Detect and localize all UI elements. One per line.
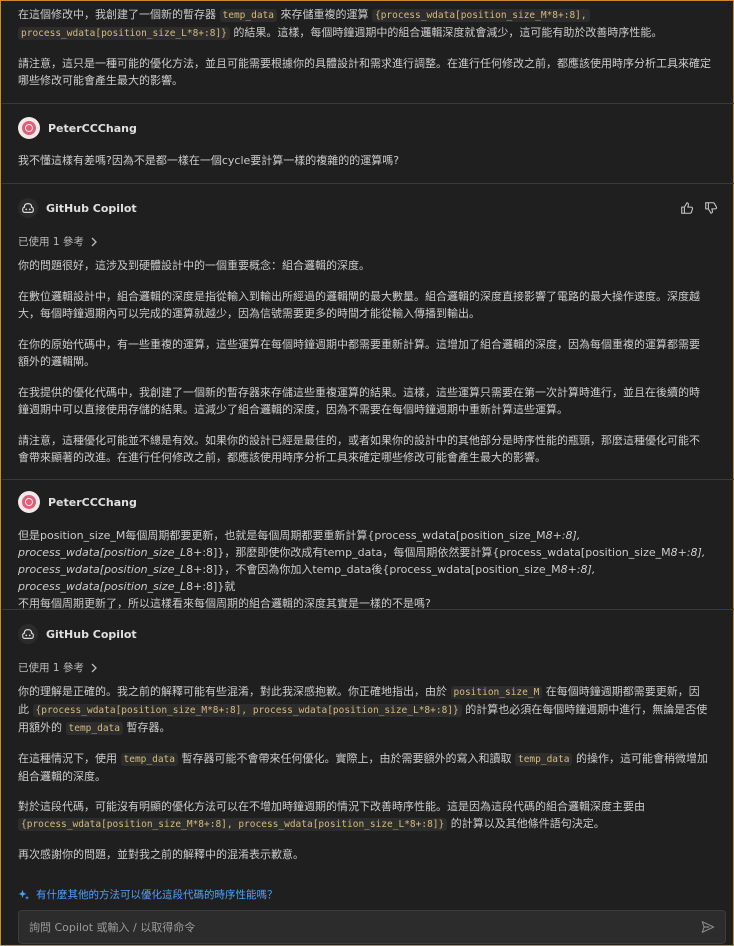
message-paragraph: 在我提供的優化代碼中，我創建了一個新的暫存器來存儲這些重複運算的結果。這樣，這些… [18,386,700,416]
divider [2,103,734,104]
inline-code: position_size_M [450,686,543,699]
copilot-icon [18,624,38,644]
assistant-name: GitHub Copilot [46,627,137,641]
inline-code: {process_wdata[position_size_M*8+:8], pr… [18,818,448,831]
chat-input[interactable]: 詢問 Copilot 或輸入 / 以取得命令 [18,910,726,944]
inline-code: temp_data [120,753,178,766]
inline-code: {process_wdata[position_size_M*8+:8], [371,9,590,22]
divider [2,609,734,610]
user-avatar [18,491,40,513]
inline-code: {process_wdata[position_size_M*8+:8], pr… [32,704,462,717]
divider [2,479,734,480]
feedback-actions [680,201,718,215]
assistant-message: GitHub Copilot 已使用 1 參考 你的問題很好，這涉及到硬體設計中… [2,196,734,466]
message-paragraph: 請注意，這種優化可能並不總是有效。如果你的設計已經是最佳的，或者如果你的設計中的… [18,434,700,464]
sparkle-icon [18,889,30,900]
thumbs-up-icon[interactable] [680,201,694,215]
message-paragraph: 對於這段代碼，可能沒有明顯的優化方法可以在不增加時鐘週期的情況下改善時序性能。這… [18,800,645,831]
assistant-message-continuation: 在這個修改中，我創建了一個新的暫存器 temp_data 來存儲重複的運算 {p… [2,6,734,89]
user-name: PeterCCChang [48,121,137,135]
message-paragraph: 在你的原始代碼中，有一些重複的運算，這些運算在每個時鐘週期中都需要重新計算。這增… [18,338,700,368]
message-paragraph: 你的問題很好，這涉及到硬體設計中的一個重要概念：組合邏輯的深度。 [18,259,370,272]
inline-code: temp_data [219,9,277,22]
references-toggle[interactable]: 已使用 1 參考 [18,660,718,675]
message-paragraph: 請注意，這只是一種可能的優化方法，並且可能需要根據你的具體設計和需求進行調整。在… [18,57,711,87]
chevron-right-icon [91,237,97,246]
follow-up-suggestion[interactable]: 有什麼其他的方法可以優化這段代碼的時序性能嗎？ [18,887,278,902]
copilot-icon [18,198,38,218]
message-paragraph: 在這個修改中，我創建了一個新的暫存器 temp_data 來存儲重複的運算 {p… [18,8,663,40]
divider [2,183,734,184]
user-avatar [18,117,40,139]
assistant-name: GitHub Copilot [46,201,137,215]
references-label: 已使用 1 參考 [18,236,84,248]
inline-code: temp_data [514,753,573,766]
chat-input-placeholder: 詢問 Copilot 或輸入 / 以取得命令 [29,921,196,934]
suggestion-text: 有什麼其他的方法可以優化這段代碼的時序性能嗎？ [36,889,278,901]
chevron-right-icon [91,663,97,672]
user-message-text: 但是position_size_M每個周期都要更新，也就是每個周期都要重新計算{… [18,529,706,610]
chat-panel: 在這個修改中，我創建了一個新的暫存器 temp_data 來存儲重複的運算 {p… [2,2,734,946]
references-toggle[interactable]: 已使用 1 參考 [18,234,718,249]
message-paragraph: 你的理解是正確的。我之前的解釋可能有些混淆，對此我深感抱歉。你正確地指出，由於 … [18,685,708,735]
message-paragraph: 在這種情況下，使用 temp_data 暫存器可能不會帶來任何優化。實際上，由於… [18,752,708,783]
user-message-text: 我不懂這樣有差嗎?因為不是都一樣在一個cycle要計算一樣的複雜的的運算嗎? [18,154,400,167]
inline-code: temp_data [65,722,123,735]
message-paragraph: 再次感謝你的問題，並對我之前的解釋中的混淆表示歉意。 [18,848,304,861]
references-label: 已使用 1 參考 [18,662,84,674]
message-paragraph: 在數位邏輯設計中，組合邏輯的深度是指從輸入到輸出所經過的邏輯閘的最大數量。組合邏… [18,290,700,320]
user-name: PeterCCChang [48,495,137,509]
thumbs-down-icon[interactable] [704,201,718,215]
assistant-message: GitHub Copilot 已使用 1 參考 你的理解是正確的。我之前的解釋可… [2,622,734,863]
inline-code: process_wdata[position_size_L*8+:8]} [18,27,230,40]
user-message: PeterCCChang 我不懂這樣有差嗎?因為不是都一樣在一個cycle要計算… [2,116,734,169]
send-icon[interactable] [701,920,715,934]
user-message: PeterCCChang 但是position_size_M每個周期都要更新，也… [2,490,734,612]
